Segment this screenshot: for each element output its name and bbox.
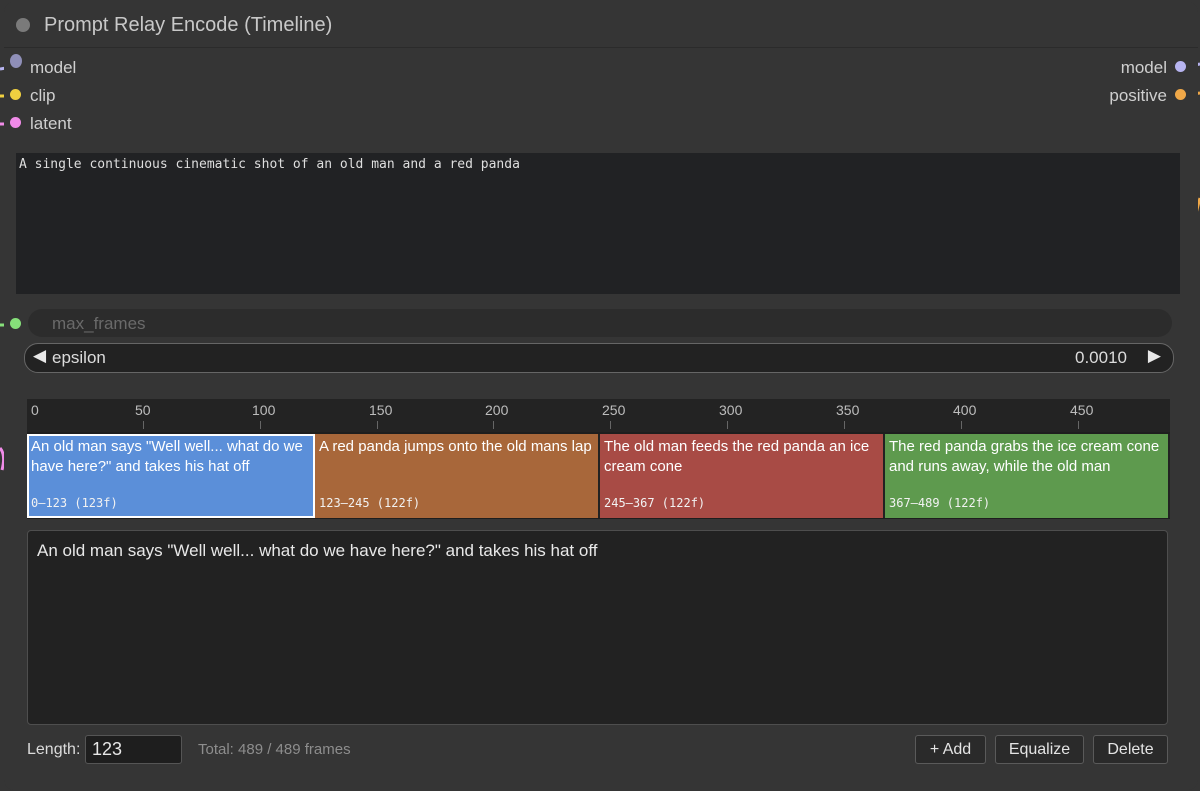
prompt-relay-node: Prompt Relay Encode (Timeline) model cli… xyxy=(4,2,1198,790)
timeline-segment[interactable]: The red panda grabs the ice cream cone a… xyxy=(885,434,1170,518)
epsilon-value[interactable]: 0.0010 xyxy=(1075,348,1127,368)
epsilon-decrement-icon[interactable]: ◀ xyxy=(33,346,46,366)
output-positive-label: positive xyxy=(1109,86,1167,105)
ruler-tick-mark xyxy=(610,421,611,429)
epsilon-widget[interactable]: ◀ epsilon 0.0010 ▶ xyxy=(24,343,1174,373)
ruler-tick-mark xyxy=(493,421,494,429)
segment-range-label: 367–489 (122f) xyxy=(889,496,991,510)
input-clip-label: clip xyxy=(30,86,56,105)
output-model-label: model xyxy=(1120,58,1167,77)
epsilon-increment-icon[interactable]: ▶ xyxy=(1148,346,1161,366)
global-prompt-textarea[interactable]: A single continuous cinematic shot of an… xyxy=(16,153,1180,294)
segment-prompt-text: The red panda grabs the ice cream cone a… xyxy=(889,438,1160,475)
ruler-tick-label: 50 xyxy=(135,402,151,418)
ruler-tick-label: 0 xyxy=(31,402,39,418)
max-frames-input-dot[interactable] xyxy=(10,318,21,329)
epsilon-label: epsilon xyxy=(52,348,106,367)
ruler-tick-label: 150 xyxy=(369,402,393,418)
timeline-segment[interactable]: The old man feeds the red panda an ice c… xyxy=(600,434,885,518)
delete-segment-button[interactable]: Delete xyxy=(1093,735,1168,764)
ruler-tick-label: 100 xyxy=(252,402,276,418)
ruler-tick-label: 250 xyxy=(602,402,626,418)
equalize-button[interactable]: Equalize xyxy=(995,735,1084,764)
max-frames-widget[interactable]: max_frames xyxy=(28,309,1172,337)
total-frames-text: Total: 489 / 489 frames xyxy=(198,741,351,758)
ruler-tick-mark xyxy=(260,421,261,429)
input-latent-label: latent xyxy=(30,114,72,133)
timeline-ruler[interactable]: 0 50 100 150 200 250 300 350 400 450 xyxy=(27,399,1170,432)
segment-range-label: 0–123 (123f) xyxy=(31,496,118,510)
ruler-tick-label: 200 xyxy=(485,402,509,418)
segment-prompt-textarea[interactable]: An old man says "Well well... what do we… xyxy=(27,530,1168,725)
timeline[interactable]: 0 50 100 150 200 250 300 350 400 450 An old man s… xyxy=(27,399,1170,519)
segment-range-label: 245–367 (122f) xyxy=(604,496,706,510)
ruler-tick-mark xyxy=(377,421,378,429)
timeline-segment[interactable]: A red panda jumps onto the old mans lap 1… xyxy=(315,434,600,518)
ruler-tick-mark xyxy=(844,421,845,429)
input-clip-dot[interactable] xyxy=(10,89,21,100)
input-model-label: model xyxy=(30,58,77,77)
input-latent-dot[interactable] xyxy=(10,117,21,128)
ruler-tick-mark xyxy=(961,421,962,429)
length-label: Length: xyxy=(27,741,81,758)
node-title: Prompt Relay Encode (Timeline) xyxy=(44,14,333,36)
node-title-bar[interactable]: Prompt Relay Encode (Timeline) xyxy=(4,2,1198,48)
add-segment-button[interactable]: + Add xyxy=(915,735,986,764)
ruler-tick-mark xyxy=(727,421,728,429)
ruler-tick-mark xyxy=(143,421,144,429)
ruler-tick-label: 450 xyxy=(1070,402,1094,418)
length-input[interactable]: 123 xyxy=(85,735,182,764)
segment-range-label: 123–245 (122f) xyxy=(319,496,421,510)
collapse-dot-icon[interactable] xyxy=(16,18,30,32)
ruler-tick-label: 400 xyxy=(953,402,977,418)
ruler-tick-label: 350 xyxy=(836,402,860,418)
ruler-tick-mark xyxy=(1078,421,1079,429)
segment-prompt-text: An old man says "Well well... what do we… xyxy=(31,438,303,475)
segment-prompt-text: The old man feeds the red panda an ice c… xyxy=(604,438,870,475)
input-model-dot[interactable] xyxy=(10,54,22,68)
output-positive-dot[interactable] xyxy=(1175,89,1186,100)
segment-prompt-text: A red panda jumps onto the old mans lap xyxy=(319,438,592,455)
output-model-dot[interactable] xyxy=(1175,61,1186,72)
timeline-segment[interactable]: An old man says "Well well... what do we… xyxy=(27,434,315,518)
ruler-tick-label: 300 xyxy=(719,402,743,418)
